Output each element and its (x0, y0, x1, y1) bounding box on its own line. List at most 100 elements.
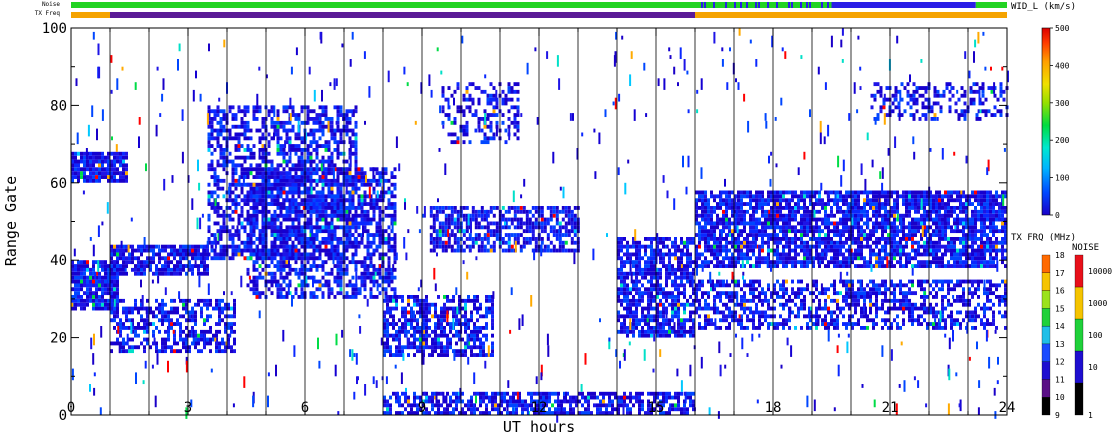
scatter-cell (515, 403, 518, 408)
scatter-cell (258, 229, 262, 234)
scatter-cell (584, 395, 587, 400)
scatter-cell (369, 182, 373, 187)
scatter-cell (243, 194, 247, 199)
scatter-cell (351, 151, 355, 156)
scatter-cell (339, 151, 343, 156)
scatter-cell (393, 206, 397, 210)
scatter-cell (378, 217, 382, 222)
scatter-cell (890, 264, 893, 268)
scatter-cell (98, 302, 101, 307)
scatter-cell (449, 395, 452, 400)
scatter-cell (312, 202, 316, 206)
scatter-cell (255, 279, 259, 284)
scatter-cell (473, 391, 476, 396)
scatter-cell (384, 271, 388, 276)
scatter-cell (605, 411, 608, 415)
scatter-cell (315, 155, 319, 160)
scatter-cell (243, 256, 247, 261)
scatter-cell (194, 318, 197, 323)
scatter-cell (185, 318, 188, 323)
scatter-cell (312, 260, 316, 265)
scatter-cell (300, 202, 304, 206)
scatter-cell (207, 202, 211, 206)
scatter-cell (77, 163, 80, 168)
scatter-cell (258, 194, 262, 199)
scatter-cell (170, 271, 173, 276)
scatter-cell (161, 256, 164, 261)
scatter-cell (620, 329, 623, 334)
scatter-cell (300, 167, 304, 172)
scatter-cell (360, 271, 364, 276)
scatter-cell (680, 391, 683, 396)
scatter-cell (438, 240, 442, 245)
scatter-cell (285, 229, 289, 234)
scatter-cell (437, 345, 440, 350)
scatter-cell (324, 260, 328, 265)
scatter-cell (569, 403, 572, 408)
scatter-cell (584, 407, 587, 412)
scatter-cell (200, 349, 203, 354)
scatter-cell (210, 206, 214, 210)
scatter-cell (207, 140, 211, 145)
scatter-cell (461, 322, 464, 326)
scatter-cell (98, 279, 101, 284)
scatter-cell (689, 395, 692, 400)
scatter-cell (683, 275, 686, 280)
scatter-cell (110, 151, 113, 156)
scatter-cell (318, 175, 322, 179)
scatter-cell (233, 306, 236, 311)
scatter-cell (467, 407, 470, 412)
scatter-cell (446, 306, 449, 311)
scatter-cell (677, 302, 680, 307)
scatter-cell (432, 221, 436, 226)
scatter-cell (468, 82, 472, 87)
scatter-cell (234, 163, 238, 168)
scatter-cell (330, 209, 334, 214)
scatter-cell (222, 124, 226, 129)
scatter-cell (638, 391, 641, 396)
scatter-cell (581, 391, 584, 396)
scatter-cell (270, 163, 274, 168)
scatter-cell (216, 252, 220, 257)
scatter-cell (503, 399, 506, 404)
scatter-cell (677, 275, 680, 280)
scatter-cell (395, 322, 398, 326)
scatter-cell (231, 124, 235, 129)
scatter-cell (419, 310, 422, 315)
scatter-cell (489, 244, 493, 249)
scatter-cell (300, 264, 304, 268)
scatter-cell (324, 283, 328, 288)
status-segment (725, 2, 727, 8)
scatter-cell (297, 155, 301, 160)
scatter-cell (407, 353, 410, 357)
scatter-cell (306, 256, 310, 261)
scatter-cell (333, 279, 337, 284)
scatter-cell (80, 271, 83, 276)
scatter-cell (644, 411, 647, 415)
scatter-cell (522, 244, 526, 249)
scatter-cell (348, 140, 352, 145)
scatter-cell (434, 329, 437, 334)
scatter-cell (324, 248, 328, 253)
scatter-cell (315, 217, 319, 222)
scatter-cell (446, 403, 449, 408)
scatter-cell (428, 318, 431, 323)
scatter-cell (83, 298, 86, 303)
scatter-cell (249, 148, 253, 152)
scatter-cell (476, 318, 479, 323)
scatter-cell (210, 190, 214, 195)
scatter-cell (486, 117, 490, 121)
scatter-cell (449, 411, 452, 415)
scatter-cell (638, 322, 641, 326)
scatter-cell (390, 202, 394, 206)
status-segment (821, 2, 823, 8)
scatter-cell (425, 329, 428, 334)
scatter-cell (261, 155, 265, 160)
scatter-cell (635, 322, 638, 326)
scatter-cell (650, 264, 653, 268)
scatter-cell (240, 213, 244, 218)
scatter-cell (336, 206, 340, 210)
scatter-cell (74, 264, 77, 268)
scatter-cell (573, 240, 577, 245)
scatter-cell (360, 178, 364, 183)
